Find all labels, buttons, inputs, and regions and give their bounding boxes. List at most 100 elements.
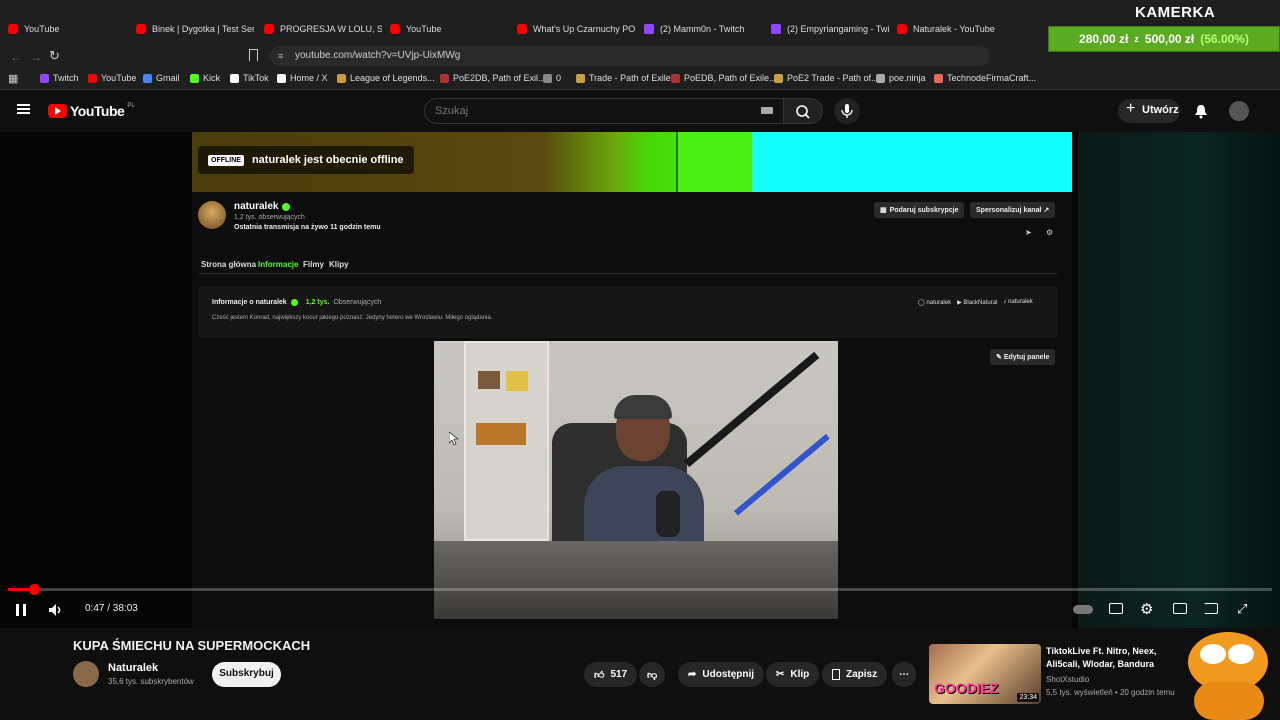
miniplayer-icon[interactable] [1173,603,1187,614]
subscribe-button[interactable]: Subskrybuj [212,662,281,687]
channel-tab[interactable]: Strona główna [201,260,256,269]
more-actions-button[interactable]: ⋯ [892,662,916,687]
clip-button[interactable]: ✂ Klip [766,662,820,687]
bookmark-label: TechnodeFirmaCraft... [947,73,1037,83]
browser-tab[interactable]: Naturalek - YouTube [897,20,1015,38]
pause-icon[interactable] [14,603,28,617]
voice-search-button[interactable] [834,98,860,124]
external-link-icon: ↗ [1043,207,1050,214]
apps-grid-icon[interactable]: ▦ [8,72,18,85]
about-description: Cześć jestem Konrad, największy kocur ja… [212,315,493,321]
account-avatar[interactable] [1229,101,1249,121]
save-button[interactable]: Zapisz [822,662,888,687]
donate-sep: z [1134,34,1139,44]
video-duration: 23:34 [1017,693,1039,702]
bookmark-item[interactable]: PoE2 Trade - Path of... [774,73,879,83]
bookmark-item[interactable]: TikTok [230,73,269,83]
bookmark-item[interactable]: PoEDB, Path of Exile... [671,73,777,83]
autoplay-toggle[interactable] [1073,605,1093,614]
notifications-bell-icon[interactable] [1193,103,1209,119]
create-label: Utwórz [1142,104,1179,116]
bookmark-star-icon[interactable] [249,49,258,61]
subtitles-icon[interactable] [1109,603,1123,614]
tab-label: Naturalek - YouTube [913,24,995,34]
instagram-link[interactable]: ◯ naturalek [918,299,951,306]
browser-tab[interactable]: What's Up Czarnuchy POP [517,20,635,38]
volume-icon[interactable] [47,602,63,618]
gift-sub-button[interactable]: ▦ Podaruj subskrypcje [874,202,965,218]
time-display: 0:47 / 38:03 [85,603,138,614]
thumbs-down-icon: 👎︎ [647,669,658,681]
subscriber-count: 35,6 tys. subskrybentów [108,677,194,686]
like-button[interactable]: 👍︎ 517 [584,662,638,687]
microphone [656,491,680,537]
share-button[interactable]: ➦ Udostępnij [678,662,765,687]
browser-tab[interactable]: PROGRESJA W LOLU, SPRU [264,20,382,38]
gift-icon: ▦ [880,207,887,214]
progress-bar[interactable] [8,584,1272,595]
recommended-thumbnail[interactable]: GOODIEZ 23:34 [929,644,1041,704]
bookmark-item[interactable]: Kick [190,73,220,83]
mic-arm [684,351,820,468]
channel-tab[interactable]: Klipy [329,260,349,269]
bookmark-item[interactable]: Home / X [277,73,328,83]
back-icon[interactable]: ← [10,50,22,64]
cap [614,395,672,419]
channel-avatar-small[interactable] [73,661,99,687]
bookmark-item[interactable]: poe.ninja [876,73,926,83]
dislike-button[interactable]: 👎︎ [639,662,666,687]
garfield-sticker [1188,632,1268,720]
youtube-logo[interactable]: YouTube PL [48,103,135,119]
bookmark-favicon-icon [88,73,97,83]
video-channel-name[interactable]: Naturalek [108,662,158,674]
browser-tab[interactable]: (2) Mamm0n - Twitch [644,20,762,38]
bookmark-item[interactable]: YouTube [88,73,136,83]
settings-gear-icon[interactable]: ⚙ [1140,600,1153,618]
forward-icon[interactable]: → [30,50,42,64]
donate-current: 280,00 zł [1079,32,1129,46]
search-input[interactable]: Szukaj [424,98,784,124]
settings-small-icon[interactable]: ⚙ [1046,228,1053,237]
tab-label: What's Up Czarnuchy POP [533,24,635,34]
bookmark-favicon-icon [40,73,49,83]
cast-icon[interactable] [1204,603,1218,614]
bookmark-item[interactable]: Gmail [143,73,180,83]
offline-tag: OFFLINE [208,154,244,166]
channel-tab[interactable]: Informacje [258,260,298,269]
channel-tab[interactable]: Filmy [303,260,324,269]
fullscreen-icon[interactable]: ⤢ [1237,601,1247,617]
site-info-icon[interactable]: ≡ [278,51,283,61]
browser-tab[interactable]: Binek | Dygotka | Test Serc [136,20,254,38]
keyboard-icon[interactable] [761,107,773,114]
address-bar[interactable]: youtube.com/watch?v=UVjp-UixMWg [270,46,990,66]
browser-tab[interactable]: YouTube [8,20,126,38]
edit-panels-label: Edytuj panele [1003,354,1050,361]
bookmark-item[interactable]: 0 [543,73,561,83]
customize-label: Spersonalizuj kanał [976,207,1042,214]
bookmark-item[interactable]: League of Legends... [337,73,435,83]
youtube-wordmark: YouTube [70,103,125,119]
tiktok-link[interactable]: ♪ naturalek [1003,299,1032,306]
browser-tab[interactable]: (2) Empyriangaming - Twi [771,20,889,38]
customize-channel-button[interactable]: Spersonalizuj kanał ↗ [970,202,1056,218]
recommended-channel: ShotXstudio [1046,675,1090,684]
bookmark-item[interactable]: PoE2DB, Path of Exil... [440,73,546,83]
bookmark-item[interactable]: TechnodeFirmaCraft... [934,73,1036,83]
create-button[interactable]: + Utwórz [1118,99,1180,123]
last-stream: Ostatnia transmisja na żywo 11 godzin te… [234,224,381,231]
bookmark-label: YouTube [101,73,137,83]
search-button[interactable] [783,98,823,124]
bookmark-item[interactable]: Trade - Path of Exile [576,73,671,83]
reload-icon[interactable]: ↻ [49,48,60,64]
browser-tab[interactable]: YouTube [390,20,508,38]
recommended-title[interactable]: TiktokLive Ft. Nitro, Neex, Ali5cali, Wl… [1046,645,1186,671]
progress-scrubber[interactable] [29,584,41,595]
bookmark-favicon-icon [774,73,783,83]
youtube-small-icon: ▶ [957,300,962,306]
right-ambient-glow [1078,132,1280,628]
youtube-link[interactable]: ▶ BlackNatural [957,299,997,306]
youtube-favicon-icon [264,24,274,34]
edit-panels-button[interactable]: ✎ Edytuj panele [990,349,1056,365]
bookmark-item[interactable]: Twitch [40,73,79,83]
share-small-icon[interactable]: ➤ [1025,228,1032,237]
